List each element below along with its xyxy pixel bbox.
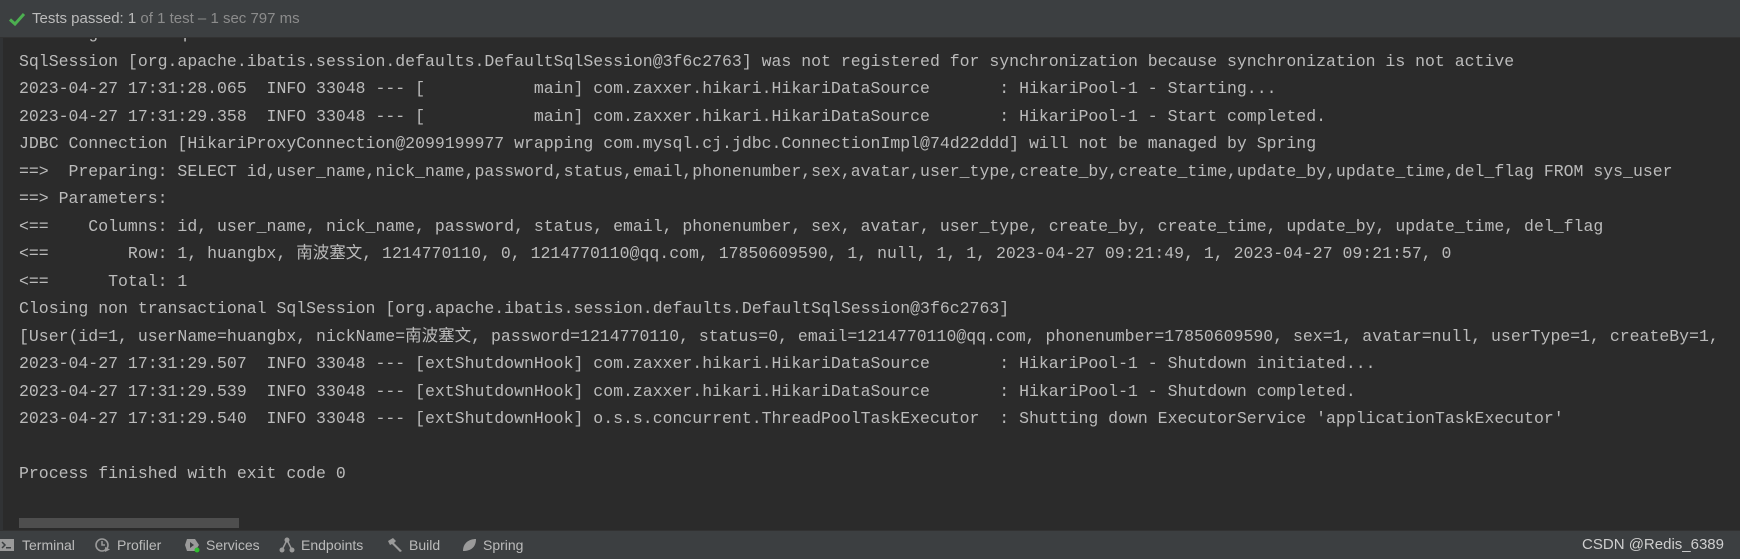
console-line: 2023-04-27 17:31:28.065 INFO 33048 --- [… xyxy=(19,79,1277,98)
console-line: JDBC Connection [HikariProxyConnection@2… xyxy=(19,134,1317,153)
console-line: <== Columns: id, user_name, nick_name, p… xyxy=(19,216,1604,236)
test-status-sub: of 1 test – 1 sec 797 ms xyxy=(136,10,300,27)
console-line: <== Row: 1, huangbx, 南波塞文, 1214770110, 0… xyxy=(19,244,1452,263)
tab-label: Services xyxy=(206,537,260,553)
tool-window-bar: Terminal Profiler Services Endpoints Bui… xyxy=(0,530,1740,559)
tab-terminal[interactable]: Terminal xyxy=(0,531,75,559)
tab-build[interactable]: Build xyxy=(387,531,440,559)
test-status-text: Tests passed: 1 of 1 test – 1 sec 797 ms xyxy=(32,10,300,27)
console-line: Process finished with exit code 0 xyxy=(19,464,346,483)
profiler-icon xyxy=(95,537,111,553)
tab-endpoints[interactable]: Endpoints xyxy=(279,531,363,559)
console-line: ==> Parameters: xyxy=(19,189,178,208)
test-status-main: Tests passed: 1 xyxy=(32,10,137,27)
console-output[interactable]: Creating a new SqlSessionSqlSession [org… xyxy=(0,0,1740,530)
tab-label: Profiler xyxy=(117,537,162,553)
tab-label: Build xyxy=(409,537,441,553)
horizontal-scrollbar[interactable] xyxy=(19,518,239,528)
test-status-bar: Tests passed: 1 of 1 test – 1 sec 797 ms xyxy=(0,0,1740,38)
services-icon xyxy=(184,537,200,553)
console-line: SqlSession [org.apache.ibatis.session.de… xyxy=(19,51,1515,71)
tab-profiler[interactable]: Profiler xyxy=(95,531,161,559)
tab-label: Spring xyxy=(483,537,524,553)
console-line: ==> Preparing: SELECT id,user_name,nick_… xyxy=(19,161,1673,181)
console-line: Closing non transactional SqlSession [or… xyxy=(19,299,1010,318)
tab-services[interactable]: Services xyxy=(184,531,260,559)
console-line: 2023-04-27 17:31:29.358 INFO 33048 --- [… xyxy=(19,106,1327,126)
console-line: 2023-04-27 17:31:29.540 INFO 33048 --- [… xyxy=(19,409,1564,428)
build-hammer-icon xyxy=(387,537,403,553)
tab-label: Endpoints xyxy=(301,537,364,553)
watermark: CSDN @Redis_6389 xyxy=(1582,536,1724,553)
check-icon xyxy=(8,10,26,28)
spring-leaf-icon xyxy=(461,537,477,553)
console-line: 2023-04-27 17:31:29.507 INFO 33048 --- [… xyxy=(19,354,1376,373)
console-line: <== Total: 1 xyxy=(19,271,188,291)
console-line: 2023-04-27 17:31:29.539 INFO 33048 --- [… xyxy=(19,381,1356,401)
console-line: [User(id=1, userName=huangbx, nickName=南… xyxy=(19,326,1719,346)
tab-label: Terminal xyxy=(22,537,75,553)
endpoints-icon xyxy=(279,537,295,553)
tab-spring[interactable]: Spring xyxy=(461,531,523,559)
terminal-icon xyxy=(0,537,16,553)
